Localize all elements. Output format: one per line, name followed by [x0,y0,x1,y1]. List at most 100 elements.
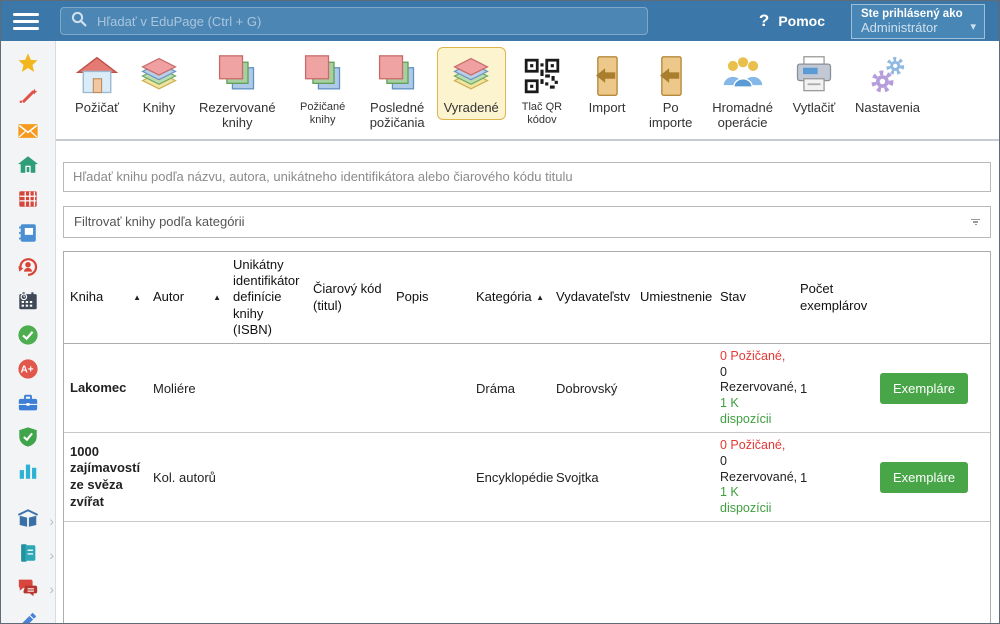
toolbar-item-borrow[interactable]: Požičať [68,47,126,120]
book-publisher: Dobrovský [550,344,634,433]
toolbar-item-books[interactable]: Knihy [131,47,187,120]
status-reserved: 0 Rezervované, [720,365,797,395]
toolbar-item-discarded[interactable]: Vyradené [437,47,506,120]
people-group-icon [721,52,765,99]
home-icon [17,154,39,181]
toolbar-item-after-import[interactable]: Po importe [641,47,700,135]
notebook-icon [17,222,39,249]
book-actions: Exempláre [874,433,991,522]
category-filter-select[interactable]: Filtrovať knihy podľa kategórii [63,206,991,238]
book-barcode [307,344,390,433]
timetable-grid-icon [17,188,39,215]
header-kniha[interactable]: Kniha▲ [64,252,147,344]
header-umiestnenie[interactable]: Umiestnenie [634,252,714,344]
toolbar-item-label: Nastavenia [855,101,920,116]
star-icon [17,52,39,79]
book-status: 0 Požičané, 0 Rezervované, 1 K dispozíci… [714,433,794,522]
check-circle-icon [17,324,39,351]
book-search-input[interactable] [63,162,991,192]
header-pocet[interactable]: Počet exemplárov [794,252,874,344]
book-copies: 1 [794,344,874,433]
toolbar-item-borrowed-books[interactable]: Požičané knihy [288,47,358,130]
library-toolbar: Požičať Knihy Rezervované knihy Požičané… [56,41,999,141]
toolbar-item-print-qr[interactable]: Tlač QR kódov [511,47,573,130]
library-book-icon [17,508,39,535]
exemplare-button[interactable]: Exempláre [880,462,968,493]
sidebar-item-communication[interactable]: › [16,578,40,600]
printer-icon [792,52,836,99]
toolbar-item-label: Požičané knihy [295,101,351,126]
book-isbn [227,344,307,433]
sidebar-item-agenda[interactable] [16,394,40,416]
sidebar-item-timetable[interactable] [16,190,40,212]
header-barcode[interactable]: Čiarový kód (titul) [307,252,390,344]
book-location [634,433,714,522]
help-button[interactable]: ? Pomoc [759,11,825,31]
toolbar-item-bulk-operations[interactable]: Hromadné operácie [705,47,780,135]
book-location [634,344,714,433]
gears-icon [865,52,909,99]
sidebar-item-results[interactable] [16,462,40,484]
hamburger-menu-icon[interactable] [13,13,43,30]
signed-in-label: Ste prihlásený ako [861,8,975,20]
table-row: 1000 zajímavostí ze svěza zvířat Kol. au… [64,433,991,522]
chevron-right-icon: › [49,581,54,597]
global-search-input[interactable] [97,14,637,29]
sidebar-item-attendance[interactable] [16,326,40,348]
layers-stack-icon [137,52,181,99]
sidebar-item-grades[interactable]: A+ [16,360,40,382]
question-icon: ? [759,11,769,31]
sidebar-item-elearning[interactable]: › [16,544,40,566]
stacked-squares-icon [301,52,345,99]
header-stav[interactable]: Stav [714,252,794,344]
header-popis[interactable]: Popis [390,252,470,344]
book-category: Dráma [470,344,550,433]
global-search[interactable] [60,7,648,35]
sidebar-item-gradebook[interactable] [16,224,40,246]
aplus-circle-icon: A+ [17,358,39,385]
table-row: Lakomec Moliére Dráma Dobrovský 0 Požiča… [64,344,991,433]
shield-check-icon [17,426,39,453]
toolbar-item-label: Posledné požičania [370,101,425,131]
person-rotate-icon [17,256,39,283]
book-isbn [227,433,307,522]
sidebar-item-library[interactable]: › [16,510,40,532]
sidebar-item-messages[interactable] [16,122,40,144]
import-arrow-icon [585,52,629,99]
toolbar-item-settings[interactable]: Nastavenia [848,47,927,120]
books-table: Kniha▲ Autor▲ Unikátny identifikátor def… [63,251,991,623]
chevron-right-icon: › [49,513,54,529]
header-isbn[interactable]: Unikátny identifikátor definície knihy (… [227,252,307,344]
sidebar-item-substitutions[interactable] [16,258,40,280]
user-menu[interactable]: Ste prihlásený ako Administrátor ▾ [851,4,985,39]
chevron-down-icon: ▾ [970,20,976,33]
sidebar-item-admin[interactable] [16,428,40,450]
document-book-icon [17,542,39,569]
toolbar-item-label: Vytlačiť [793,101,836,116]
book-barcode [307,433,390,522]
header-kategoria[interactable]: Kategória▲ [470,252,550,344]
sidebar-item-homework[interactable] [16,612,40,623]
library-content: Filtrovať knihy podľa kategórii Kniha▲ A… [56,141,999,623]
sidebar-item-wizard[interactable] [16,88,40,110]
toolbar-item-print[interactable]: Vytlačiť [785,47,843,120]
toolbar-item-label: Import [589,101,626,116]
topbar: ? Pomoc Ste prihlásený ako Administrátor… [1,1,999,41]
sidebar-item-calendar[interactable] [16,292,40,314]
header-autor[interactable]: Autor▲ [147,252,227,344]
stacked-squares-icon [215,52,259,99]
magic-wand-icon [17,86,39,113]
exemplare-button[interactable]: Exempláre [880,373,968,404]
sidebar-item-favorites[interactable] [16,54,40,76]
sidebar-item-school[interactable] [16,156,40,178]
book-description [390,433,470,522]
header-vydavatelstvo[interactable]: Vydavateľstv [550,252,634,344]
toolbar-item-reserved-books[interactable]: Rezervované knihy [192,47,283,135]
select-arrow-icon [971,219,980,226]
toolbar-item-recent-loans[interactable]: Posledné požičania [363,47,432,135]
toolbar-item-import[interactable]: Import [578,47,636,120]
svg-text:A+: A+ [20,364,33,375]
chat-bubbles-icon [17,576,39,603]
stacked-squares-icon [375,52,419,99]
toolbar-item-label: Tlač QR kódov [518,101,566,126]
